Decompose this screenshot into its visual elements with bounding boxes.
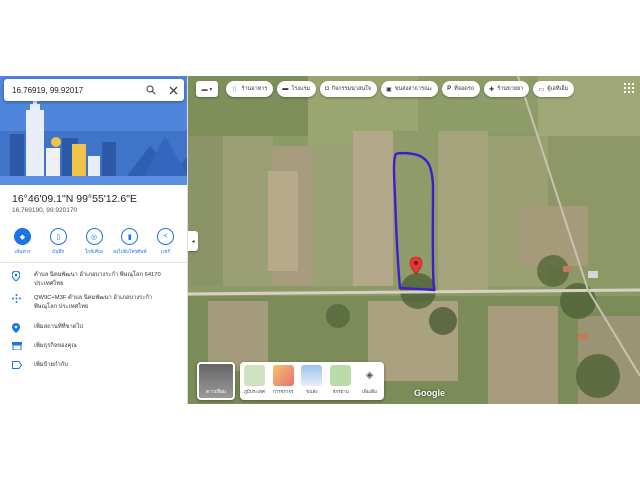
collapse-panel-button[interactable]: ◂	[188, 231, 198, 251]
layer-terrain[interactable]: ภูมิประเทศ	[243, 365, 265, 395]
nearby-button[interactable]: ◎ ใกล้เคียง	[78, 228, 111, 256]
atm-icon: ▭	[538, 86, 545, 93]
plus-code-row[interactable]: QW9C+M3F ตำบล นิคมพัฒนา อำเภอบางระกำ พิษ…	[12, 294, 174, 312]
biking-icon	[330, 365, 352, 386]
address-text: ตำบล นิคมพัฒนา อำเภอบางระกำ พิษณุโลก 641…	[34, 272, 161, 287]
chip-pharmacy[interactable]: ✚ ร้านขายยา	[484, 81, 530, 97]
layers-icon: ◈	[359, 365, 381, 386]
satellite-map[interactable]: ▬ ▾ 🍴 ร้านอาหาร ▬ โรงแรม ◘ กิจกรรมน่าสนใจ ▣…	[188, 76, 640, 404]
layer-traffic[interactable]: การจราจร	[272, 365, 294, 395]
nearby-icon: ◎	[85, 228, 103, 245]
address-row[interactable]: ตำบล นิคมพัฒนา อำเภอบางระกำ พิษณุโลก 641…	[11, 270, 174, 289]
add-label-link: เพิ่มป้ายกำกับ	[34, 362, 68, 368]
label-icon	[12, 361, 23, 371]
place-title: 16°46'09.1"N 99°55'12.6"E	[12, 193, 137, 205]
map-layers-tray: ภูมิประเทศ การจราจร ขนส่ง จักรยาน ◈ เพิ่…	[240, 362, 384, 400]
layer-select-button[interactable]: ▬ ▾	[196, 81, 218, 97]
chip-attractions[interactable]: ◘ กิจกรรมน่าสนใจ	[320, 81, 377, 97]
chip-atm[interactable]: ▭ ตู้เอทีเอ็ม	[533, 81, 575, 97]
add-label-row[interactable]: เพิ่มป้ายกำกับ	[12, 361, 174, 371]
chip-restaurants[interactable]: 🍴 ร้านอาหาร	[226, 81, 274, 97]
directions-button[interactable]: ◆ เส้นทาง	[6, 228, 39, 256]
divider	[0, 262, 187, 263]
satellite-imagery	[188, 76, 640, 404]
place-panel: 16.76919, 99.92017 16°46'09.1"N 99°55'12…	[0, 76, 188, 404]
transit-layer-icon	[301, 365, 323, 386]
plus-code-text: QW9C+M3F ตำบล นิคมพัฒนา อำเภอบางระกำ พิษ…	[34, 295, 153, 310]
restaurant-icon: 🍴	[231, 86, 239, 93]
hotel-icon: ▬	[282, 86, 289, 92]
phone-icon: ▮	[121, 228, 139, 245]
storefront-icon	[12, 342, 22, 352]
traffic-icon	[272, 365, 294, 386]
share-button[interactable]: < แชร์	[149, 228, 182, 256]
pharmacy-icon: ✚	[489, 86, 495, 93]
terrain-icon	[243, 365, 265, 386]
satellite-toggle-label: ดาวเทียม	[205, 389, 227, 395]
chip-hotels[interactable]: ▬ โรงแรม	[277, 81, 317, 97]
share-icon: <	[157, 228, 174, 245]
place-decimal-coords: 16.769190, 99.920170	[12, 207, 78, 214]
directions-icon: ◆	[14, 228, 31, 245]
category-chips: ▬ ▾ 🍴 ร้านอาหาร ▬ โรงแรม ◘ กิจกรรมน่าสนใจ ▣…	[196, 81, 575, 97]
layer-biking[interactable]: จักรยาน	[330, 365, 352, 395]
apps-grid-icon[interactable]	[624, 83, 634, 93]
parking-icon: P	[447, 86, 452, 92]
send-to-phone-button[interactable]: ▮ ส่งไปยังโทรศัพท์	[113, 228, 147, 256]
save-button[interactable]: ▯ บันทึก	[42, 228, 75, 256]
close-icon[interactable]	[162, 79, 184, 101]
add-missing-place-row[interactable]: เพิ่มสถานที่ที่ขาดไป	[12, 323, 174, 335]
maps-window: 16.76919, 99.92017 16°46'09.1"N 99°55'12…	[0, 76, 640, 404]
bookmark-icon: ▯	[49, 228, 67, 245]
hero-illustration: 16.76919, 99.92017	[0, 76, 187, 185]
plus-code-icon	[12, 294, 22, 305]
search-icon[interactable]	[140, 79, 162, 101]
chip-parking[interactable]: P ที่จอดรถ	[442, 81, 481, 97]
add-missing-place-link: เพิ่มสถานที่ที่ขาดไป	[34, 324, 84, 330]
camera-icon: ◘	[325, 86, 329, 92]
location-pin-icon	[11, 270, 22, 283]
layer-more[interactable]: ◈ เพิ่มเติม	[359, 365, 381, 395]
add-business-row[interactable]: เพิ่มธุรกิจของคุณ	[12, 342, 174, 352]
chevron-left-icon: ◂	[191, 238, 195, 245]
google-logo: Google	[414, 388, 445, 398]
chip-transit[interactable]: ▣ ขนส่งสาธารณะ	[381, 81, 439, 97]
action-bar: ◆ เส้นทาง ▯ บันทึก ◎ ใกล้เคียง ▮ ส่งไปยั…	[6, 228, 182, 256]
add-location-icon	[12, 323, 22, 335]
layer-transit[interactable]: ขนส่ง	[301, 365, 323, 395]
add-business-link: เพิ่มธุรกิจของคุณ	[34, 343, 77, 349]
search-box[interactable]: 16.76919, 99.92017	[4, 79, 184, 101]
search-input[interactable]: 16.76919, 99.92017	[12, 86, 140, 95]
transit-icon: ▣	[386, 86, 392, 93]
satellite-toggle-button[interactable]: ดาวเทียม	[197, 362, 235, 400]
